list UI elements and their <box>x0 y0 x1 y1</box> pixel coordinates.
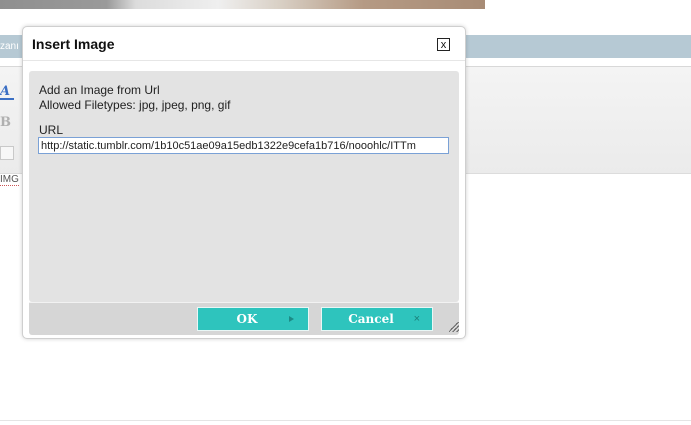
header-photo <box>0 0 485 9</box>
dialog-header: Insert Image x <box>23 27 465 61</box>
breadcrumb: zanı <box>0 41 19 52</box>
intro-text: Add an Image from Url <box>39 83 160 97</box>
arrow-right-icon <box>289 316 294 322</box>
url-input[interactable] <box>38 137 449 154</box>
document-icon[interactable] <box>0 146 14 160</box>
ok-button-label: OK <box>236 312 258 326</box>
ok-button[interactable]: OK <box>197 307 309 331</box>
dialog-body: Add an Image from Url Allowed Filetypes:… <box>29 71 459 302</box>
url-label: URL <box>39 123 64 137</box>
font-style-icon[interactable]: A <box>0 84 14 100</box>
divider <box>0 420 691 421</box>
cancel-button-label: Cancel <box>348 312 394 326</box>
bold-icon[interactable]: B <box>0 115 16 131</box>
cancel-button[interactable]: Cancel × <box>321 307 433 331</box>
dialog-title: Insert Image <box>32 36 115 52</box>
insert-image-dialog: Insert Image x Add an Image from Url All… <box>22 26 466 339</box>
image-tag-label: IMG <box>0 174 19 186</box>
filetypes-text: Allowed Filetypes: jpg, jpeg, png, gif <box>39 98 231 112</box>
dialog-footer: OK Cancel × <box>29 302 459 335</box>
close-button[interactable]: x <box>437 38 450 51</box>
close-icon: × <box>413 313 420 325</box>
resize-handle-icon[interactable] <box>449 322 459 332</box>
